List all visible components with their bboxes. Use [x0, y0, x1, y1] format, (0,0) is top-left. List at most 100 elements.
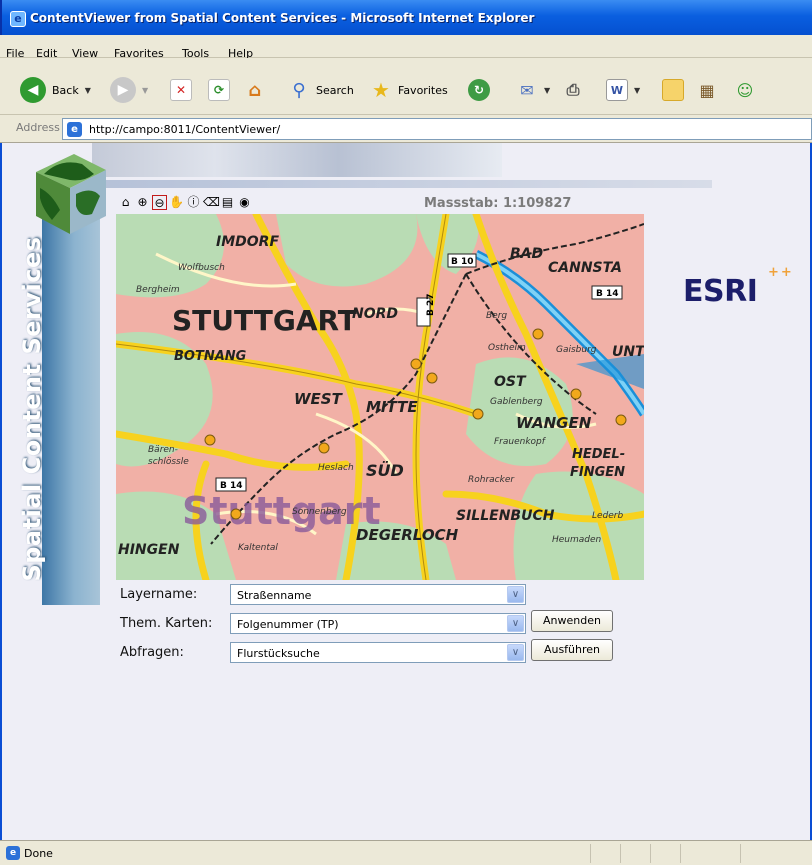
ausfuehren-button[interactable]: Ausführen — [531, 639, 613, 661]
history-button[interactable]: ↻ — [468, 72, 490, 108]
forward-arrow-icon: ▶ — [110, 77, 136, 103]
refresh-icon: ⟳ — [208, 79, 230, 101]
pan-hand-icon[interactable]: ✋ — [169, 195, 184, 210]
map-image[interactable]: STUTTGART NORD WEST MITTE OST SÜD BOTNAN… — [116, 214, 644, 580]
road-sign: B 10 — [451, 257, 474, 267]
messenger-icon: ☺ — [736, 80, 754, 100]
home-icon[interactable]: ⌂ — [118, 195, 133, 210]
map-label-botnang: BOTNANG — [174, 349, 247, 364]
favorites-label: Favorites — [398, 83, 448, 97]
dropdown-arrow-icon: ▼ — [84, 85, 91, 95]
map-overlay-stuttgart: Stuttgart — [182, 489, 381, 533]
stop-icon: ✕ — [170, 79, 192, 101]
map-minor-label: Bären- — [148, 445, 178, 455]
map-minor-label: Rohracker — [468, 475, 515, 485]
eraser-icon[interactable]: ⌫ — [203, 195, 220, 210]
road-sign: B 27 — [426, 293, 436, 316]
esri-plus: ++ — [768, 265, 794, 280]
map-minor-label: Frauenkopf — [494, 437, 547, 447]
map-label-fingen: FINGEN — [570, 465, 625, 480]
map-minor-label: Wolfbusch — [178, 263, 225, 273]
map-minor-label: Bergheim — [136, 285, 180, 295]
abfragen-value: Flurstücksuche — [237, 647, 320, 660]
toolbar: ◀ Back ▼ ▶ ▼ ✕ ⟳ ⌂ ⚲ Search ★ Favorites … — [0, 58, 812, 115]
print-button[interactable]: ⎙ — [562, 72, 584, 108]
status-separator — [620, 844, 621, 863]
messenger-button[interactable]: ☺ — [734, 72, 756, 108]
dropdown-arrow-icon: ▼ — [634, 85, 641, 95]
map-label-imdorf: IMDORF — [216, 234, 279, 250]
abfragen-label: Abfragen: — [120, 645, 184, 660]
home-button[interactable]: ⌂ — [244, 72, 266, 108]
abfragen-select[interactable]: Flurstücksuche ∨ — [230, 642, 526, 663]
map-label-ost: OST — [494, 374, 527, 390]
map-minor-label: Sonnenberg — [292, 507, 347, 517]
map-label-mitte: MITTE — [366, 398, 418, 416]
legend-icon[interactable]: ▤ — [220, 195, 235, 210]
map-minor-label: Gablenberg — [490, 397, 543, 407]
edit-button[interactable]: W ▼ — [606, 72, 640, 108]
status-separator — [590, 844, 591, 863]
dropdown-arrow-icon: ▼ — [544, 85, 551, 95]
esri-logo: ESRI — [683, 274, 758, 309]
anwenden-button[interactable]: Anwenden — [531, 610, 613, 632]
refresh-button[interactable]: ⟳ — [208, 72, 230, 108]
map-minor-label: Heslach — [318, 463, 354, 473]
layername-select[interactable]: Straßenname ∨ — [230, 584, 526, 605]
books-icon: ▦ — [699, 80, 715, 100]
layername-value: Straßenname — [237, 589, 312, 602]
home-icon: ⌂ — [248, 79, 262, 101]
chevron-down-icon[interactable]: ∨ — [507, 586, 524, 603]
info-icon[interactable]: ⓘ — [186, 195, 201, 210]
address-label: Address — [16, 121, 60, 134]
zoom-out-icon[interactable]: ⊖ — [152, 195, 167, 210]
word-icon: W — [606, 79, 628, 101]
status-separator — [650, 844, 651, 863]
map-minor-label: Ostheim — [488, 343, 526, 353]
search-icon: ⚲ — [292, 79, 306, 101]
themkarten-select[interactable]: Folgenummer (TP) ∨ — [230, 613, 526, 634]
search-button[interactable]: ⚲ Search — [288, 72, 354, 108]
road-sign: B 14 — [596, 289, 619, 299]
chevron-down-icon[interactable]: ∨ — [507, 615, 524, 632]
map-label-hedel: HEDEL- — [572, 447, 625, 462]
mail-icon: ✉ — [520, 80, 534, 100]
address-input[interactable]: e http://campo:8011/ContentViewer/ — [62, 118, 812, 140]
back-button[interactable]: ◀ Back ▼ — [20, 72, 91, 108]
stop-button[interactable]: ✕ — [170, 72, 192, 108]
menu-bar: File Edit View Favorites Tools Help — [0, 35, 812, 60]
zoom-in-icon[interactable]: ⊕ — [135, 195, 150, 210]
layername-label: Layername: — [120, 587, 198, 602]
page-done-icon: e — [6, 846, 20, 860]
map-label-sued: SÜD — [366, 461, 404, 480]
address-bar: Address e http://campo:8011/ContentViewe… — [0, 115, 812, 143]
status-bar: e Done — [0, 840, 812, 865]
road-sign: B 14 — [220, 481, 243, 491]
ie-icon: e — [10, 11, 26, 27]
banner-image — [92, 143, 502, 177]
discuss-button[interactable] — [662, 72, 684, 108]
scale-label: Massstab: 1:109827 — [424, 196, 572, 211]
map-label-cannstatt: CANNSTA — [548, 260, 622, 276]
map-minor-label: schlössle — [148, 457, 189, 467]
page-icon: e — [67, 122, 82, 137]
map-label-stuttgart: STUTTGART — [172, 304, 357, 337]
map-label-nord: NORD — [352, 306, 398, 322]
mail-button[interactable]: ✉ ▼ — [516, 72, 550, 108]
status-text: Done — [24, 847, 53, 860]
chevron-down-icon[interactable]: ∨ — [507, 644, 524, 661]
globe-icon[interactable]: ◉ — [237, 195, 252, 210]
print-icon: ⎙ — [566, 80, 580, 99]
map-label-wangen: WANGEN — [516, 414, 592, 432]
favorites-button[interactable]: ★ Favorites — [370, 72, 448, 108]
forward-button[interactable]: ▶ ▼ — [110, 72, 148, 108]
search-label: Search — [316, 83, 354, 97]
banner-strip — [92, 180, 712, 188]
themkarten-label: Them. Karten: — [120, 616, 213, 631]
map-minor-label: Berg — [486, 311, 507, 321]
themkarten-value: Folgenummer (TP) — [237, 618, 339, 631]
page-content: Spatial Content Services ⌂ ⊕ ⊖ ✋ ⓘ ⌫ ▤ ◉… — [0, 143, 812, 840]
map-label-unt: UNT — [612, 344, 644, 360]
research-button[interactable]: ▦ — [696, 72, 718, 108]
map-label-west: WEST — [294, 390, 344, 408]
